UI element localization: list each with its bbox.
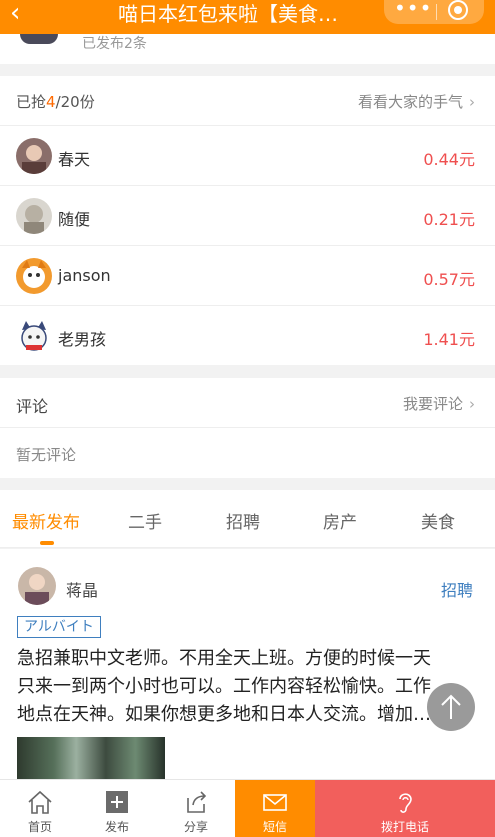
scroll-to-top-button[interactable] <box>427 683 475 731</box>
more-dots-icon[interactable]: ••• <box>394 0 432 20</box>
tab-housing[interactable]: 房产 <box>323 508 357 533</box>
back-icon[interactable]: ‹ <box>10 0 20 28</box>
call-button[interactable]: 拨打电话 <box>315 780 495 837</box>
post-image[interactable] <box>17 737 165 779</box>
sms-label: 短信 <box>262 820 287 834</box>
tab-secondhand[interactable]: 二手 <box>128 508 162 533</box>
no-comments-text: 暂无评论 <box>16 446 77 464</box>
tab-food[interactable]: 美食 <box>421 508 455 533</box>
top-bar: ‹ 喵日本红包来啦【美食… ••• <box>0 0 495 34</box>
grab-user-name: 老男孩 <box>58 330 107 349</box>
avatar <box>16 258 52 294</box>
chevron-right-icon: › <box>469 395 475 413</box>
category-tabs: 最新发布 二手 招聘 房产 美食 <box>0 490 495 548</box>
ear-phone-icon <box>399 793 412 813</box>
target-icon[interactable] <box>448 0 468 20</box>
grab-amount: 1.41元 <box>423 330 475 349</box>
poster-strip: 已发布2条 <box>0 34 495 64</box>
tab-latest[interactable]: 最新发布 <box>12 508 80 533</box>
active-tab-indicator <box>40 541 54 545</box>
share-button[interactable]: 分享 <box>156 780 236 837</box>
bottom-action-bar: 首页 发布 分享 短信 拨打电话 <box>0 779 495 837</box>
grab-summary-row: 已抢4/20份 看看大家的手气 › <box>0 76 495 126</box>
plus-icon <box>106 791 128 813</box>
chevron-right-icon: › <box>469 93 475 111</box>
grab-user-name: 春天 <box>58 150 91 169</box>
share-icon <box>187 791 207 813</box>
home-icon <box>28 790 52 814</box>
poster-avatar <box>20 34 58 44</box>
grab-row: 老男孩 1.41元 <box>0 306 495 366</box>
avatar <box>16 318 52 354</box>
grab-amount: 0.57元 <box>423 270 475 289</box>
post-category[interactable]: 招聘 <box>441 577 473 601</box>
comments-title: 评论 <box>16 397 49 416</box>
post-body-line: 只来一到两个小时也可以。工作内容轻松愉快。工作 <box>17 676 431 697</box>
grab-summary: 已抢4/20份 <box>16 93 95 111</box>
red-packet-grab-list: 已抢4/20份 看看大家的手气 › 春天 0.44元 随便 0.21元 janso… <box>0 76 495 365</box>
arrow-up-icon <box>441 694 461 719</box>
grab-user-name: 随便 <box>58 210 91 229</box>
comments-header: 评论 我要评论 › <box>0 378 495 428</box>
grab-amount: 0.44元 <box>423 150 475 169</box>
grab-row: 随便 0.21元 <box>0 186 495 246</box>
luck-link[interactable]: 看看大家的手气 › <box>358 91 475 112</box>
post-tag: アルバイト <box>17 616 101 638</box>
tab-jobs[interactable]: 招聘 <box>226 508 260 533</box>
publish-label: 发布 <box>104 820 129 834</box>
envelope-icon <box>263 794 287 811</box>
post-body-line: 急招兼职中文老师。不用全天上班。方便的时候一天 <box>17 648 431 669</box>
post-body: 急招兼职中文老师。不用全天上班。方便的时候一天 只来一到两个小时也可以。工作内容… <box>17 645 461 729</box>
share-label: 分享 <box>183 820 208 834</box>
call-label: 拨打电话 <box>380 820 429 834</box>
grab-amount: 0.21元 <box>423 210 475 229</box>
publish-button[interactable]: 发布 <box>77 780 157 837</box>
avatar <box>16 198 52 234</box>
grab-row: 春天 0.44元 <box>0 126 495 186</box>
post-author: 蒋晶 <box>66 581 99 600</box>
home-button[interactable]: 首页 <box>0 780 80 837</box>
comments-section: 评论 我要评论 › 暂无评论 <box>0 378 495 478</box>
posted-count: 已发布2条 <box>82 36 147 52</box>
grab-user-name: janson <box>58 266 111 285</box>
post-card[interactable]: 蒋晶 招聘 アルバイト 急招兼职中文老师。不用全天上班。方便的时候一天 只来一到… <box>0 549 495 779</box>
avatar <box>16 138 52 174</box>
avatar <box>18 567 56 605</box>
sms-button[interactable]: 短信 <box>235 780 315 837</box>
page-title: 喵日本红包来啦【美食… <box>118 2 338 26</box>
capsule-divider <box>436 4 437 20</box>
home-label: 首页 <box>27 820 52 834</box>
mini-program-capsule: ••• <box>384 0 484 24</box>
post-body-line: 地点在天神。如果你想更多地和日本人交流。增加… <box>17 704 431 725</box>
write-comment-link[interactable]: 我要评论 › <box>403 393 475 414</box>
grab-row: janson 0.57元 <box>0 246 495 306</box>
